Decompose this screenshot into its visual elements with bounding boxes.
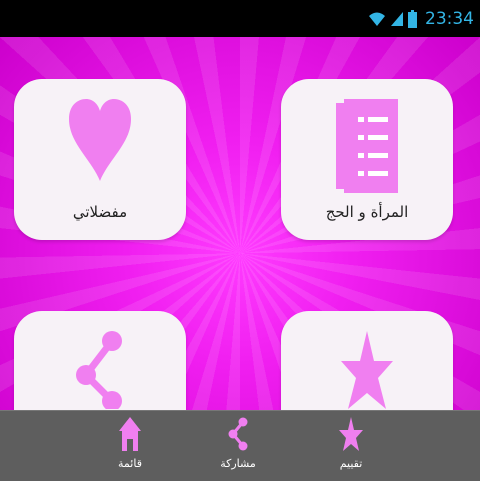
star-icon [341, 331, 393, 409]
document-icon [336, 99, 398, 193]
nav-rate-button[interactable]: تقييم [311, 417, 391, 470]
nav-menu-button[interactable]: قائمة [90, 417, 170, 470]
tile-label: مفضلاتي [72, 203, 128, 221]
nav-label: مشاركة [220, 457, 256, 470]
tile-women-hajj[interactable]: المرأة و الحج [281, 79, 453, 240]
share-icon [228, 417, 248, 451]
nav-label: تقييم [339, 457, 363, 470]
share-icon [76, 331, 122, 409]
battery-icon [408, 9, 417, 28]
star-icon [339, 417, 363, 451]
bottom-nav-bar: قائمة مشاركة تقييم [0, 410, 480, 481]
status-bar: 23:34 [0, 0, 480, 37]
heart-icon [69, 99, 131, 181]
tile-rate[interactable] [281, 311, 453, 410]
status-time: 23:34 [425, 8, 474, 29]
tile-share[interactable] [14, 311, 186, 410]
signal-icon [391, 11, 403, 26]
main-content: المرأة و الحج مفضلاتي [0, 37, 480, 410]
tile-favorites[interactable]: مفضلاتي [14, 79, 186, 240]
tile-label: المرأة و الحج [325, 203, 409, 221]
nav-label: قائمة [118, 457, 142, 470]
nav-share-button[interactable]: مشاركة [198, 417, 278, 470]
wifi-icon [369, 12, 385, 26]
home-icon [119, 417, 141, 451]
